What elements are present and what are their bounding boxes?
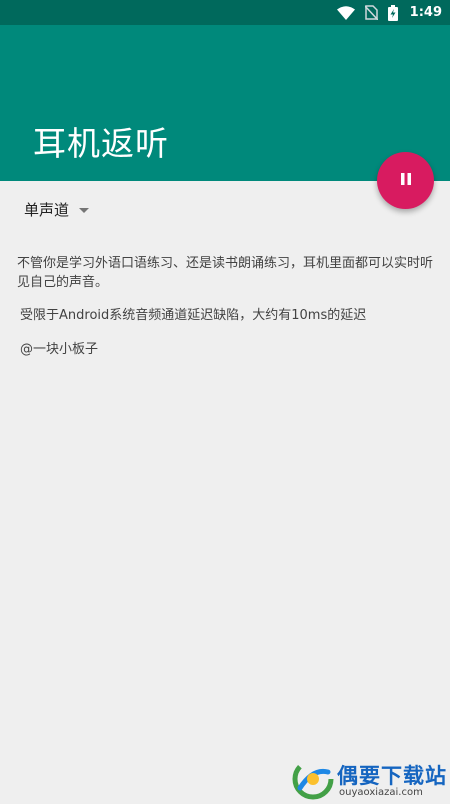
- channel-mode-dropdown[interactable]: 单声道: [24, 196, 90, 222]
- description-paragraph-1: 不管你是学习外语口语练习、还是读书朗诵练习，耳机里面都可以实时听见自己的声音。: [17, 256, 434, 290]
- pause-icon: [398, 171, 414, 190]
- watermark-logo-icon: [292, 758, 334, 804]
- app-bar: 耳机返听: [0, 25, 450, 181]
- status-time: 1:49: [409, 5, 442, 20]
- watermark-url: ouyaoxiazai.com: [339, 787, 423, 798]
- status-icons: 1:49: [336, 0, 442, 25]
- watermark: 偶要下载站 ouyaoxiazai.com: [292, 758, 450, 800]
- no-sim-icon: [364, 5, 378, 20]
- battery-charging-icon: [387, 4, 398, 21]
- app-title: 耳机返听: [33, 124, 169, 163]
- status-bar: 1:49: [0, 0, 450, 25]
- caret-down-icon: [79, 207, 90, 213]
- description: 不管你是学习外语口语练习、还是读书朗诵练习，耳机里面都可以实时听见自己的声音。 …: [17, 254, 437, 357]
- watermark-title: 偶要下载站: [337, 764, 447, 788]
- channel-mode-value: 单声道: [24, 200, 70, 219]
- description-paragraph-2: 受限于Android系统音频通道延迟缺陷，大约有10ms的延迟: [20, 308, 367, 323]
- wifi-icon: [336, 5, 355, 20]
- pause-button[interactable]: [377, 152, 434, 209]
- author-credit: @一块小板子: [20, 342, 99, 357]
